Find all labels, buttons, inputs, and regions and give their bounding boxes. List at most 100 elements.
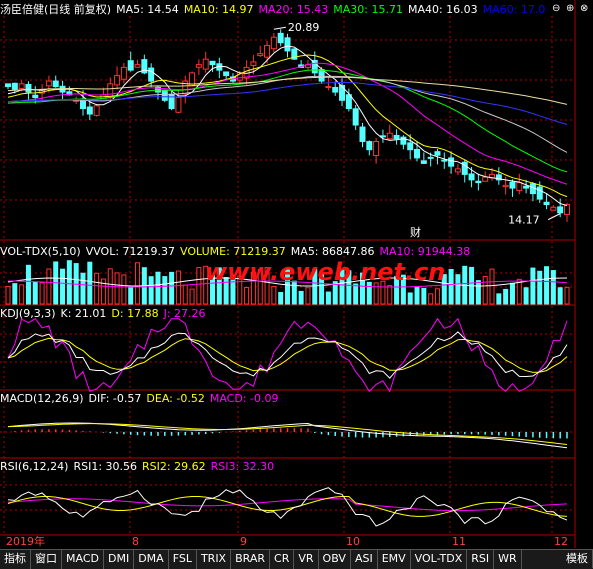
candle-body xyxy=(250,61,257,66)
tab-5[interactable]: FSL xyxy=(169,550,197,569)
tab-3[interactable]: DMI xyxy=(104,550,135,569)
main-value-1: MA10: 14.97 xyxy=(183,3,254,16)
tab-9[interactable]: VR xyxy=(294,550,319,569)
candle-body xyxy=(454,168,461,173)
volume-bar xyxy=(537,270,543,305)
tab-6[interactable]: TRIX xyxy=(197,550,232,569)
low-marker-arrow xyxy=(547,213,561,221)
volume-bar xyxy=(489,268,495,305)
volume-bar xyxy=(271,286,277,305)
candle-body xyxy=(32,94,39,99)
candle-body xyxy=(550,206,557,211)
volume-bar xyxy=(19,284,25,305)
rsi-title: RSI(6,12,24) xyxy=(0,460,69,473)
candle-body xyxy=(93,105,100,116)
stock-chart-window[interactable]: 2019年 8 9 10 11 12 20.89 14.17 财 汤臣倍健(日线 前复权) MA5… xyxy=(0,0,593,569)
tab-2[interactable]: MACD xyxy=(62,550,104,569)
tab-12[interactable]: EMV xyxy=(378,550,411,569)
high-marker-arrow xyxy=(273,26,286,30)
candle-body xyxy=(448,157,455,167)
candle-body xyxy=(414,149,421,159)
candle-body xyxy=(345,94,352,110)
month-label: 9 xyxy=(240,535,247,548)
candle-body xyxy=(393,134,400,140)
restore-icon[interactable]: ⊕ xyxy=(566,3,574,14)
volume-bar xyxy=(80,272,86,305)
candle-body xyxy=(407,142,414,151)
tab-0[interactable]: 指标 xyxy=(0,550,31,569)
month-label: 12 xyxy=(554,535,568,548)
candle-body xyxy=(352,108,359,126)
volume-bar xyxy=(39,282,45,305)
volume-bar xyxy=(325,291,331,305)
candle-body xyxy=(427,156,434,159)
volume-bar xyxy=(475,280,481,305)
candle-body xyxy=(18,83,25,89)
tab-13[interactable]: VOL-TDX xyxy=(411,550,468,569)
volume-bar xyxy=(544,266,550,305)
tab-10[interactable]: OBV xyxy=(319,550,351,569)
month-label: 11 xyxy=(452,535,466,548)
template-tab[interactable]: 模板 xyxy=(562,550,593,568)
volume-bar xyxy=(94,272,100,305)
tab-8[interactable]: CR xyxy=(270,550,295,569)
low-marker-label: 14.17 xyxy=(508,214,540,227)
candle-body xyxy=(161,89,168,101)
volume-bar xyxy=(550,270,556,305)
candle-body xyxy=(148,67,155,82)
vol-value-2: MA5: 86847.86 xyxy=(290,245,375,258)
month-label: 8 xyxy=(132,535,139,548)
volume-bar xyxy=(407,292,413,305)
volume-bar xyxy=(87,261,93,305)
kdj-value-2: J: 27.26 xyxy=(163,307,206,320)
candle-body xyxy=(475,180,482,184)
tab-1[interactable]: 窗口 xyxy=(31,550,62,569)
volume-bar xyxy=(121,274,127,305)
candle-body xyxy=(468,173,475,181)
volume-bar xyxy=(387,285,393,305)
candle-body xyxy=(284,37,291,52)
candle-body xyxy=(502,184,509,188)
ma20-line xyxy=(7,62,568,185)
candle-body xyxy=(277,32,284,44)
candle-body xyxy=(523,185,530,189)
tab-14[interactable]: RSI xyxy=(467,550,495,569)
volume-bar xyxy=(148,276,154,305)
volume-bar xyxy=(5,285,11,305)
volume-bar xyxy=(66,260,72,305)
volume-bar xyxy=(353,283,359,305)
candle-body xyxy=(52,80,59,88)
vol-value-0: VVOL: 71219.37 xyxy=(85,245,176,258)
volume-bar xyxy=(421,287,427,305)
main-panel-header: 汤臣倍健(日线 前复权) MA5: 14.54 MA10: 14.97 MA20: 1… xyxy=(0,2,575,18)
candle-body xyxy=(441,159,448,162)
candle-body xyxy=(557,206,564,214)
main-value-4: MA40: 16.03 xyxy=(407,3,478,16)
volume-bar xyxy=(455,274,461,305)
tab-11[interactable]: ASI xyxy=(351,550,378,569)
candle-body xyxy=(543,201,550,206)
rsi1-line xyxy=(7,487,568,527)
tab-15[interactable]: WR xyxy=(494,550,522,569)
candle-body xyxy=(373,140,380,157)
candle-body xyxy=(311,59,318,74)
candle-body xyxy=(270,36,277,50)
candle-body xyxy=(386,132,393,140)
tab-4[interactable]: DMA xyxy=(134,550,169,569)
main-value-5: MA60: 17.0 xyxy=(482,3,546,16)
kdj-k-line xyxy=(7,331,568,379)
volume-bar xyxy=(175,270,181,305)
macd-title: MACD(12,26,9) xyxy=(0,392,84,405)
volume-bar xyxy=(557,287,563,305)
candle-body xyxy=(318,69,325,82)
volume-bar xyxy=(482,275,488,305)
close-icon[interactable]: ⊗ xyxy=(580,3,588,14)
candle-body xyxy=(257,53,264,57)
event-marker-label: 财 xyxy=(410,225,421,239)
volume-bar xyxy=(434,288,440,305)
tab-7[interactable]: BRAR xyxy=(231,550,271,569)
candle-body xyxy=(209,60,216,66)
volume-bar xyxy=(503,288,509,305)
minimize-icon[interactable]: ⊖ xyxy=(552,3,560,14)
candle-body xyxy=(564,204,570,215)
